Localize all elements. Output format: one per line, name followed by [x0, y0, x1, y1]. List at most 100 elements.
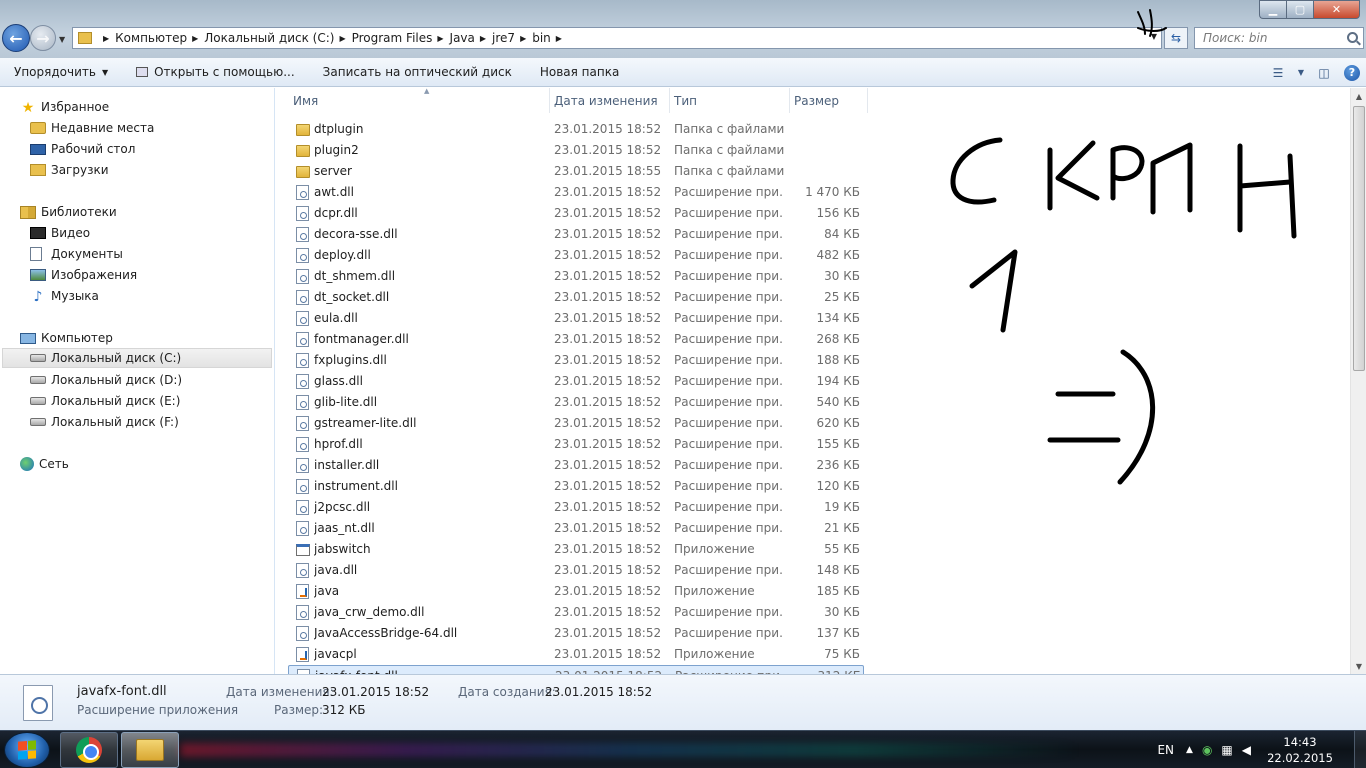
file-row[interactable]: fxplugins.dll 23.01.2015 18:52 Расширение …: [288, 350, 864, 371]
maximize-button[interactable]: ▢: [1286, 0, 1313, 19]
scroll-down-button[interactable]: ▼: [1351, 658, 1366, 674]
scroll-up-button[interactable]: ▲: [1351, 88, 1366, 104]
breadcrumb-bin[interactable]: bin ▶: [532, 31, 568, 45]
drive-icon: [30, 418, 46, 426]
nav-desktop[interactable]: Рабочий стол: [30, 139, 135, 159]
recent-pages-dropdown[interactable]: ▼: [59, 35, 65, 44]
vertical-scrollbar[interactable]: ▲ ▼: [1350, 88, 1366, 674]
start-button[interactable]: [4, 732, 50, 768]
file-name: hprof.dll: [314, 437, 363, 451]
nav-images[interactable]: Изображения: [30, 265, 137, 285]
nav-network[interactable]: Сеть: [20, 454, 69, 474]
view-options-button[interactable]: ☰: [1264, 58, 1292, 87]
file-row[interactable]: j2pcsc.dll 23.01.2015 18:52 Расширение при…: [288, 497, 864, 518]
nav-recent-places[interactable]: Недавние места: [30, 118, 154, 138]
back-button[interactable]: ←: [2, 24, 30, 52]
star-icon: ★: [21, 100, 35, 116]
breadcrumb-drive-c[interactable]: Локальный диск (C:) ▶: [204, 31, 351, 45]
file-date: 23.01.2015 18:52: [554, 626, 662, 640]
forward-button[interactable]: →: [30, 25, 56, 51]
file-row[interactable]: eula.dll 23.01.2015 18:52 Расширение при..…: [288, 308, 864, 329]
nav-drive-d[interactable]: Локальный диск (D:): [30, 370, 182, 390]
file-row[interactable]: fontmanager.dll 23.01.2015 18:52 Расширени…: [288, 329, 864, 350]
column-header-type[interactable]: Тип: [670, 88, 790, 113]
column-header-name[interactable]: Имя ▲: [288, 88, 550, 113]
network-tray-icon[interactable]: ▦: [1221, 743, 1232, 757]
nav-drive-e[interactable]: Локальный диск (E:): [30, 391, 180, 411]
new-folder-button[interactable]: Новая папка: [526, 58, 633, 86]
column-header-date[interactable]: Дата изменения: [550, 88, 670, 113]
file-row[interactable]: server 23.01.2015 18:55 Папка с файлами: [288, 161, 864, 182]
breadcrumb-jre7[interactable]: jre7 ▶: [492, 31, 532, 45]
nav-downloads[interactable]: Загрузки: [30, 160, 109, 180]
tray-app-icon[interactable]: ◉: [1202, 743, 1212, 757]
drive-icon: [30, 354, 46, 362]
show-desktop-button[interactable]: [1354, 731, 1366, 768]
file-row[interactable]: java.dll 23.01.2015 18:52 Расширение при..…: [288, 560, 864, 581]
file-row[interactable]: JavaAccessBridge-64.dll 23.01.2015 18:52 Р…: [288, 623, 864, 644]
search-icon[interactable]: [1347, 32, 1358, 43]
file-name: j2pcsc.dll: [314, 500, 371, 514]
refresh-button[interactable]: ⇆: [1164, 27, 1188, 49]
file-row[interactable]: jaas_nt.dll 23.01.2015 18:52 Расширение пр…: [288, 518, 864, 539]
organize-button[interactable]: Упорядочить ▼: [0, 58, 122, 86]
taskbar-explorer[interactable]: [121, 732, 179, 768]
file-row[interactable]: hprof.dll 23.01.2015 18:52 Расширение при.…: [288, 434, 864, 455]
breadcrumb-computer[interactable]: Компьютер ▶: [115, 31, 204, 45]
preview-pane-button[interactable]: ◫: [1310, 58, 1338, 87]
nav-computer[interactable]: Компьютер: [20, 328, 113, 348]
file-size: 482 КБ: [816, 248, 860, 262]
taskbar-chrome[interactable]: [60, 732, 118, 768]
nav-label: Музыка: [51, 289, 99, 303]
file-row[interactable]: dt_shmem.dll 23.01.2015 18:52 Расширение п…: [288, 266, 864, 287]
file-row[interactable]: dt_socket.dll 23.01.2015 18:52 Расширение …: [288, 287, 864, 308]
open-with-button[interactable]: Открыть с помощью...: [122, 58, 309, 86]
search-input[interactable]: Поиск: bin: [1194, 27, 1364, 49]
breadcrumb-java[interactable]: Java ▶: [450, 31, 493, 45]
tray-expand-icon[interactable]: ▲: [1186, 745, 1193, 755]
file-row[interactable]: dtplugin 23.01.2015 18:52 Папка с файлами: [288, 119, 864, 140]
file-row[interactable]: instrument.dll 23.01.2015 18:52 Расширение…: [288, 476, 864, 497]
view-options-dropdown[interactable]: ▼: [1292, 58, 1310, 87]
file-size: 268 КБ: [816, 332, 860, 346]
minimize-button[interactable]: ▁: [1259, 0, 1286, 19]
file-row[interactable]: javacpl 23.01.2015 18:52 Приложение 75 КБ: [288, 644, 864, 665]
breadcrumb-program-files[interactable]: Program Files ▶: [352, 31, 450, 45]
nav-music[interactable]: ♪ Музыка: [30, 286, 99, 306]
help-button[interactable]: ?: [1338, 58, 1366, 87]
nav-video[interactable]: Видео: [30, 223, 90, 243]
file-row[interactable]: installer.dll 23.01.2015 18:52 Расширение …: [288, 455, 864, 476]
file-row[interactable]: decora-sse.dll 23.01.2015 18:52 Расширение…: [288, 224, 864, 245]
address-bar[interactable]: ▶ Компьютер ▶ Локальный диск (C:) ▶ Progra…: [72, 27, 1162, 49]
file-row[interactable]: jabswitch 23.01.2015 18:52 Приложение 55 КБ: [288, 539, 864, 560]
nav-favorites[interactable]: ★ Избранное: [20, 97, 109, 117]
scroll-thumb[interactable]: [1353, 106, 1365, 371]
file-row[interactable]: glass.dll 23.01.2015 18:52 Расширение при.…: [288, 371, 864, 392]
nav-drive-c[interactable]: Локальный диск (C:): [2, 348, 272, 368]
column-header-size[interactable]: Размер: [790, 88, 868, 113]
column-label: Размер: [794, 93, 840, 108]
chevron-down-icon[interactable]: ▼: [1151, 32, 1157, 41]
column-label: Дата изменения: [554, 93, 658, 108]
nav-libraries[interactable]: Библиотеки: [20, 202, 117, 222]
file-date: 23.01.2015 18:52: [554, 374, 662, 388]
clock[interactable]: 14:43 22.02.2015: [1260, 734, 1340, 766]
window-controls: ▁ ▢ ✕: [1259, 0, 1360, 19]
nav-documents[interactable]: Документы: [30, 244, 123, 264]
volume-icon[interactable]: ◀: [1242, 743, 1251, 757]
file-row[interactable]: dcpr.dll 23.01.2015 18:52 Расширение при..…: [288, 203, 864, 224]
file-row[interactable]: glib-lite.dll 23.01.2015 18:52 Расширение …: [288, 392, 864, 413]
burn-button[interactable]: Записать на оптический диск: [309, 58, 526, 86]
breadcrumb-separator[interactable]: ▶: [98, 34, 115, 43]
file-row[interactable]: javafx-font.dll23.01.2015 18:52Расширени…: [288, 665, 864, 674]
exe-file-icon: [296, 544, 310, 556]
file-row[interactable]: gstreamer-lite.dll 23.01.2015 18:52 Расшир…: [288, 413, 864, 434]
file-row[interactable]: java_crw_demo.dll 23.01.2015 18:52 Расшире…: [288, 602, 864, 623]
file-row[interactable]: deploy.dll 23.01.2015 18:52 Расширение при…: [288, 245, 864, 266]
file-row[interactable]: java 23.01.2015 18:52 Приложение 185 КБ: [288, 581, 864, 602]
close-button[interactable]: ✕: [1313, 0, 1360, 19]
file-row[interactable]: plugin2 23.01.2015 18:52 Папка с файлами: [288, 140, 864, 161]
nav-drive-f[interactable]: Локальный диск (F:): [30, 412, 179, 432]
language-indicator[interactable]: EN: [1157, 743, 1174, 757]
file-row[interactable]: awt.dll 23.01.2015 18:52 Расширение при...…: [288, 182, 864, 203]
